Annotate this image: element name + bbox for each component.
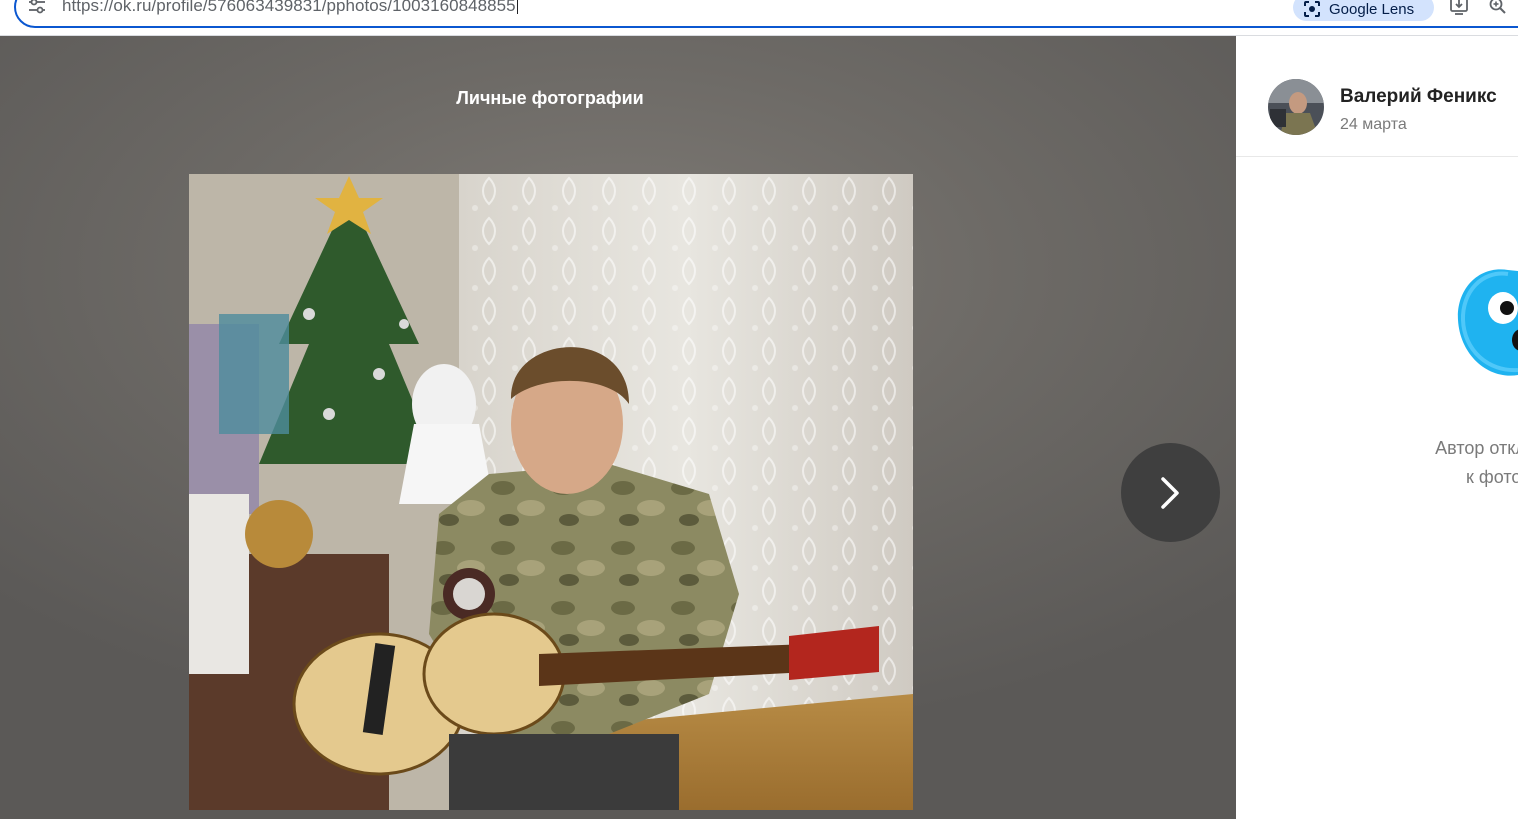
google-lens-icon <box>1304 0 1320 17</box>
text-caret <box>516 0 518 14</box>
photo-viewer: Личные фотографии <box>0 36 1236 819</box>
comments-disabled-line-2: к фотогр <box>1466 467 1518 487</box>
next-photo-button[interactable] <box>1121 443 1220 542</box>
album-title: Личные фотографии <box>456 88 644 108</box>
install-app-icon[interactable] <box>1449 0 1469 16</box>
avatar-image <box>1268 79 1324 135</box>
avatar[interactable] <box>1268 79 1324 135</box>
photo[interactable] <box>189 174 913 810</box>
photo-image <box>189 174 913 810</box>
google-lens-button[interactable]: Google Lens <box>1293 0 1434 21</box>
url-text[interactable]: https://ok.ru/profile/576063439831/pphot… <box>62 0 518 16</box>
photo-info-panel: Валерий Феникс 24 марта Автор отключил к… <box>1236 36 1518 819</box>
zoom-icon[interactable] <box>1488 0 1508 16</box>
chevron-right-icon <box>1161 477 1179 509</box>
comments-disabled-line-1: Автор отключил <box>1435 438 1518 458</box>
browser-toolbar: https://ok.ru/profile/576063439831/pphot… <box>0 0 1518 36</box>
author-name[interactable]: Валерий Феникс <box>1340 86 1497 108</box>
comments-disabled-notice: Автор отключил к фотогр <box>1352 434 1518 492</box>
post-date: 24 марта <box>1340 116 1407 133</box>
google-lens-label: Google Lens <box>1329 1 1415 18</box>
author-header: Валерий Феникс 24 марта <box>1236 36 1518 157</box>
ok-mascot-icon <box>1457 269 1518 376</box>
tune-icon[interactable] <box>28 0 46 14</box>
